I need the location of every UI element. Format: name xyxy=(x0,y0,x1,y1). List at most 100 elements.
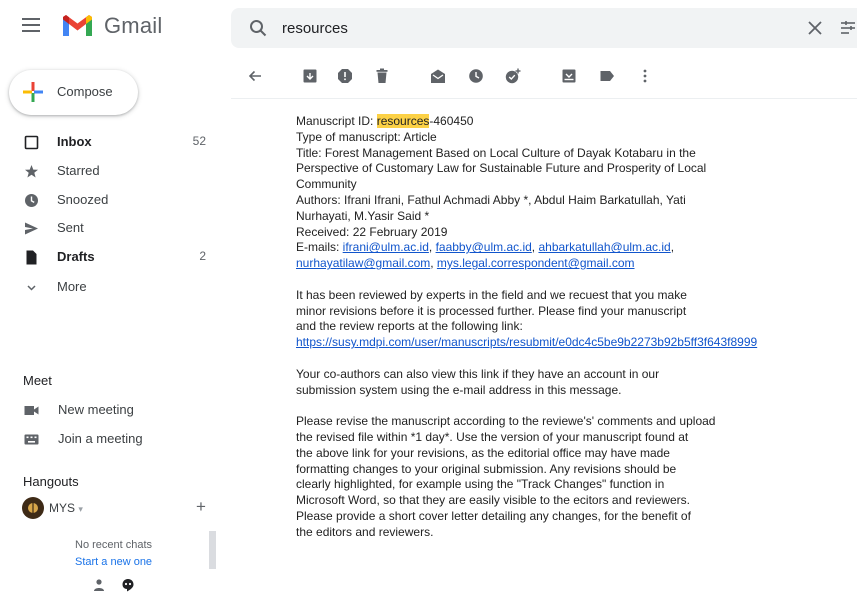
compose-plus-icon xyxy=(23,82,43,102)
sidebar-item-starred[interactable]: Starred xyxy=(0,157,222,185)
review-link[interactable]: https://susy.mdpi.com/user/manuscripts/r… xyxy=(296,335,836,351)
sidebar-item-drafts[interactable]: Drafts 2 xyxy=(0,243,222,271)
paragraph-line: Your co-authors can also view this link … xyxy=(296,366,660,381)
paragraph-line: clearly highlighted, for example using t… xyxy=(296,477,665,492)
hangouts-chat-icon[interactable] xyxy=(121,578,135,592)
back-arrow-icon[interactable] xyxy=(247,68,263,84)
sidebar-item-more[interactable]: More xyxy=(0,273,222,301)
avatar-emblem-icon xyxy=(28,502,38,514)
no-recent-chats-text: No recent chats xyxy=(75,539,153,551)
title-line-2: Perspective of Customary Law for Sustain… xyxy=(296,161,707,176)
hangouts-bottom-bar xyxy=(0,572,222,599)
inbox-count: 52 xyxy=(192,134,206,148)
paragraph-line: minor revisions before it is processed f… xyxy=(296,303,687,318)
video-icon xyxy=(24,406,39,415)
inbox-icon xyxy=(24,135,39,150)
sidebar-item-sent[interactable]: Sent xyxy=(0,214,222,242)
hangouts-section-title: Hangouts xyxy=(23,474,79,489)
sidebar-item-label: More xyxy=(57,279,87,294)
search-icon[interactable] xyxy=(249,19,267,37)
sidebar-item-label: Drafts xyxy=(57,249,95,264)
email-link[interactable]: mys.legal.correspondent@gmail.com xyxy=(437,256,635,270)
star-icon xyxy=(25,165,38,178)
snooze-icon[interactable] xyxy=(468,68,484,84)
hangouts-scrollbar[interactable] xyxy=(209,531,216,569)
report-spam-icon[interactable] xyxy=(337,68,353,84)
authors-line-2: Nurhayati, M.Yasir Said * xyxy=(296,208,430,223)
sidebar-item-label: Snoozed xyxy=(57,192,109,207)
paragraph-line: the editors and reviewers. xyxy=(296,524,434,539)
sidebar-item-label: Inbox xyxy=(57,134,92,149)
mark-unread-icon[interactable] xyxy=(430,68,446,84)
title-line-1: Title: Forest Management Based on Local … xyxy=(296,145,696,160)
emails-line-2: nurhayatilaw@gmail.com, mys.legal.corres… xyxy=(296,256,635,271)
draft-icon xyxy=(26,250,37,265)
paragraph-line: Microsoft Word, so that they are easily … xyxy=(296,493,690,508)
archive-icon[interactable] xyxy=(302,68,318,84)
gmail-logo-icon[interactable] xyxy=(61,13,94,38)
paragraph-line: the above link for your revisions, as th… xyxy=(296,445,670,460)
search-input[interactable] xyxy=(282,17,782,39)
more-vert-icon[interactable] xyxy=(637,68,653,84)
close-icon[interactable] xyxy=(806,19,824,37)
keyboard-icon xyxy=(24,434,39,445)
email-link[interactable]: ahbarkatullah@ulm.ac.id xyxy=(538,240,670,254)
join-meeting-item[interactable]: Join a meeting xyxy=(0,426,222,452)
paragraph-review: It has been reviewed by experts in the f… xyxy=(296,288,836,351)
clock-icon xyxy=(25,194,38,207)
paragraph-line: It has been reviewed by experts in the f… xyxy=(296,287,687,302)
toolbar-divider xyxy=(231,98,857,99)
paragraph-line: and the review reports at the following … xyxy=(296,319,523,334)
hangouts-user-label[interactable]: MYS ▾ xyxy=(49,501,83,515)
compose-label: Compose xyxy=(57,84,113,99)
email-link[interactable]: faabby@ulm.ac.id xyxy=(436,240,532,254)
add-task-icon[interactable] xyxy=(505,68,521,84)
top-bar: Gmail xyxy=(0,0,857,54)
paragraph-revise: Please revise the manuscript according t… xyxy=(296,414,836,540)
emails-line-1: E-mails: ifrani@ulm.ac.id, faabby@ulm.ac… xyxy=(296,240,675,255)
new-meeting-label: New meeting xyxy=(58,402,134,417)
manuscript-id-prefix: Manuscript ID: xyxy=(296,114,377,128)
avatar[interactable] xyxy=(22,497,44,519)
manuscript-type: Type of manuscript: Article xyxy=(296,129,437,144)
tune-icon[interactable] xyxy=(839,19,857,37)
start-new-chat-link[interactable]: Start a new one xyxy=(75,556,152,568)
message-body: Manuscript ID: resources-460450 Type of … xyxy=(296,114,836,541)
meet-section-title: Meet xyxy=(23,373,52,388)
search-highlight: resources xyxy=(376,114,430,128)
paragraph-line: Please provide a short cover letter deta… xyxy=(296,508,691,523)
manuscript-id-suffix: -460450 xyxy=(429,114,474,128)
sidebar-item-inbox[interactable]: Inbox 52 xyxy=(0,128,222,156)
new-meeting-item[interactable]: New meeting xyxy=(0,397,222,423)
sidebar-item-snoozed[interactable]: Snoozed xyxy=(0,186,222,214)
sidebar-item-label: Sent xyxy=(57,220,84,235)
paragraph-coauthors: Your co-authors can also view this link … xyxy=(296,367,836,399)
send-icon xyxy=(25,222,38,235)
compose-button[interactable]: Compose xyxy=(9,70,138,115)
paragraph-line: the revised file within *1 day*. Use the… xyxy=(296,429,689,444)
emails-prefix: E-mails: xyxy=(296,240,343,255)
email-link[interactable]: nurhayatilaw@gmail.com xyxy=(296,256,430,270)
email-link[interactable]: ifrani@ulm.ac.id xyxy=(343,240,429,254)
received-date: Received: 22 February 2019 xyxy=(296,224,448,239)
authors-line-1: Authors: Ifrani Ifrani, Fathul Achmadi A… xyxy=(296,192,686,207)
label-icon[interactable] xyxy=(599,68,615,84)
main-menu-icon[interactable] xyxy=(22,18,40,32)
delete-icon[interactable] xyxy=(374,68,390,84)
sidebar-item-label: Starred xyxy=(57,163,100,178)
paragraph-line: Please revise the manuscript according t… xyxy=(296,414,716,429)
hangouts-user-name: MYS xyxy=(49,501,76,515)
join-meeting-label: Join a meeting xyxy=(58,431,143,446)
user-dropdown-icon: ▾ xyxy=(78,504,83,514)
contacts-icon[interactable] xyxy=(92,578,106,592)
drafts-count: 2 xyxy=(199,249,206,263)
manuscript-id-line: Manuscript ID: resources-460450 xyxy=(296,114,836,130)
app-name: Gmail xyxy=(104,13,163,38)
search-bar[interactable] xyxy=(231,8,857,48)
title-line-3: Community xyxy=(296,177,357,192)
paragraph-line: formatting changes to your original subm… xyxy=(296,461,677,476)
paragraph-line: submission system using the e-mail addre… xyxy=(296,382,622,397)
add-chat-icon[interactable]: + xyxy=(196,498,206,515)
chevron-down-icon xyxy=(27,285,36,291)
move-to-icon[interactable] xyxy=(561,68,577,84)
